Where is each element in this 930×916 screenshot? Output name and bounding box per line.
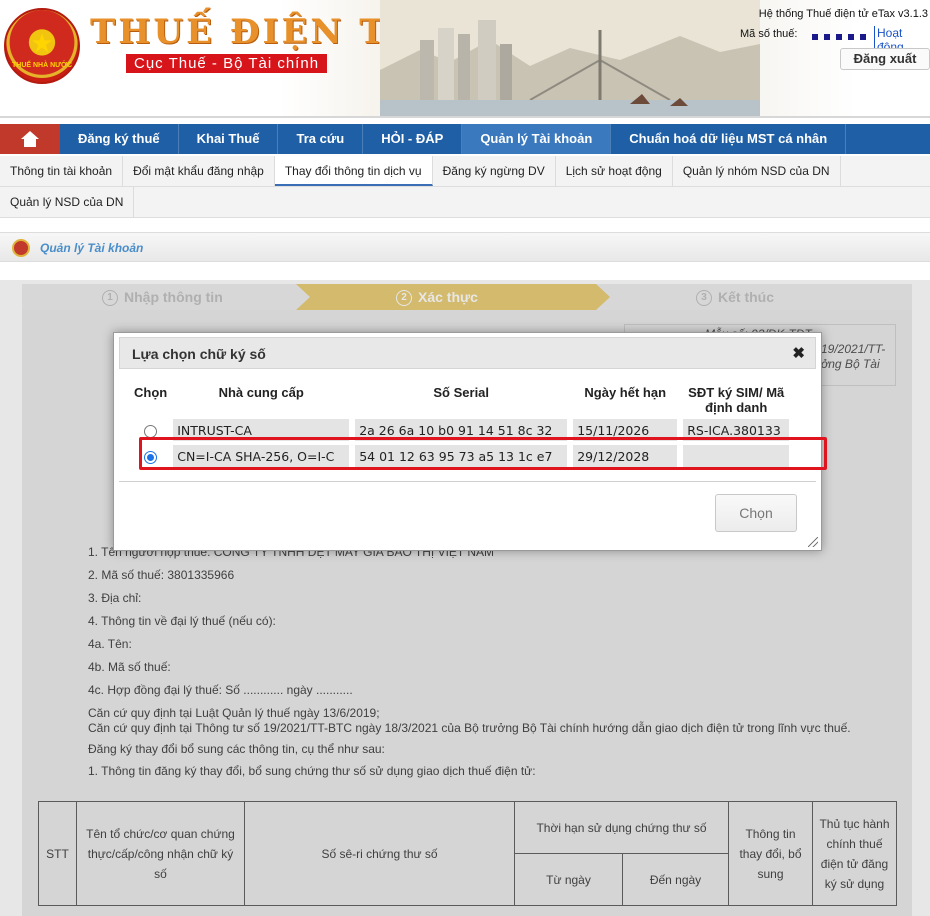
subnav-users[interactable]: Quản lý NSD của DN xyxy=(0,187,135,217)
banner-skyline-image xyxy=(380,0,760,116)
subnav-account-info[interactable]: Thông tin tài khoản xyxy=(0,156,124,186)
sub-nav: Thông tin tài khoản Đổi mật khẩu đăng nh… xyxy=(0,156,930,218)
nav-register-tax[interactable]: Đăng ký thuế xyxy=(60,124,179,154)
dialog-divider xyxy=(119,481,816,482)
tax-emblem-logo: ★ THUẾ NHÀ NƯỚC xyxy=(4,8,80,84)
nav-account-management[interactable]: Quản lý Tài khoản xyxy=(462,124,612,154)
section-title: Quản lý Tài khoản xyxy=(40,241,144,255)
subnav-user-groups[interactable]: Quản lý nhóm NSD của DN xyxy=(673,156,841,186)
resize-grip-icon[interactable] xyxy=(808,537,818,547)
selected-row-highlight xyxy=(139,437,827,470)
emblem-icon xyxy=(12,239,30,257)
dialog-title: Lựa chọn chữ ký số xyxy=(132,346,266,362)
main-nav: Đăng ký thuế Khai Thuế Tra cứu HỎI - ĐÁP… xyxy=(0,124,930,154)
column-header: Ngày hết hạn xyxy=(584,385,667,400)
dialog-header: Lựa chọn chữ ký số ✖ xyxy=(119,337,816,369)
column-header: Số Serial xyxy=(433,385,490,400)
subnav-activity-history[interactable]: Lịch sử hoạt động xyxy=(556,156,673,186)
tax-code-masked-value xyxy=(812,34,870,40)
tax-code-label: Mã số thuế: xyxy=(740,28,798,40)
logout-button[interactable]: Đăng xuất xyxy=(840,48,930,70)
section-header: Quản lý Tài khoản xyxy=(0,232,930,262)
column-header: SĐT ký SIM/ Mã định danh xyxy=(688,385,785,415)
subnav-change-service-info[interactable]: Thay đổi thông tin dịch vụ xyxy=(274,156,433,186)
nav-faq[interactable]: HỎI - ĐÁP xyxy=(363,124,463,154)
subnav-change-password[interactable]: Đổi mật khẩu đăng nhập xyxy=(123,156,275,186)
nav-lookup[interactable]: Tra cứu xyxy=(278,124,364,154)
system-name: Hệ thống Thuế điện tử eTax v3.1.3 xyxy=(758,8,928,20)
select-radio[interactable] xyxy=(144,424,158,438)
home-icon[interactable] xyxy=(0,124,60,154)
subnav-stop-service[interactable]: Đăng ký ngừng DV xyxy=(433,156,556,186)
close-icon[interactable]: ✖ xyxy=(792,344,805,362)
brand-title: THUẾ ĐIỆN TỬ xyxy=(90,12,421,52)
star-icon: ★ xyxy=(30,28,54,58)
nav-declare-tax[interactable]: Khai Thuế xyxy=(179,124,279,154)
column-header: Nhà cung cấp xyxy=(218,385,304,400)
brand-subtitle: Cục Thuế - Bộ Tài chính xyxy=(126,54,328,73)
header-banner: ★ THUẾ NHÀ NƯỚC THUẾ ĐIỆN TỬ Cục Thuế - … xyxy=(0,0,930,118)
choose-button[interactable]: Chọn xyxy=(715,494,797,532)
column-header: Chọn xyxy=(134,385,168,400)
nav-standardize-mst[interactable]: Chuẩn hoá dữ liệu MST cá nhân xyxy=(611,124,847,154)
emblem-caption: THUẾ NHÀ NƯỚC xyxy=(12,62,72,69)
